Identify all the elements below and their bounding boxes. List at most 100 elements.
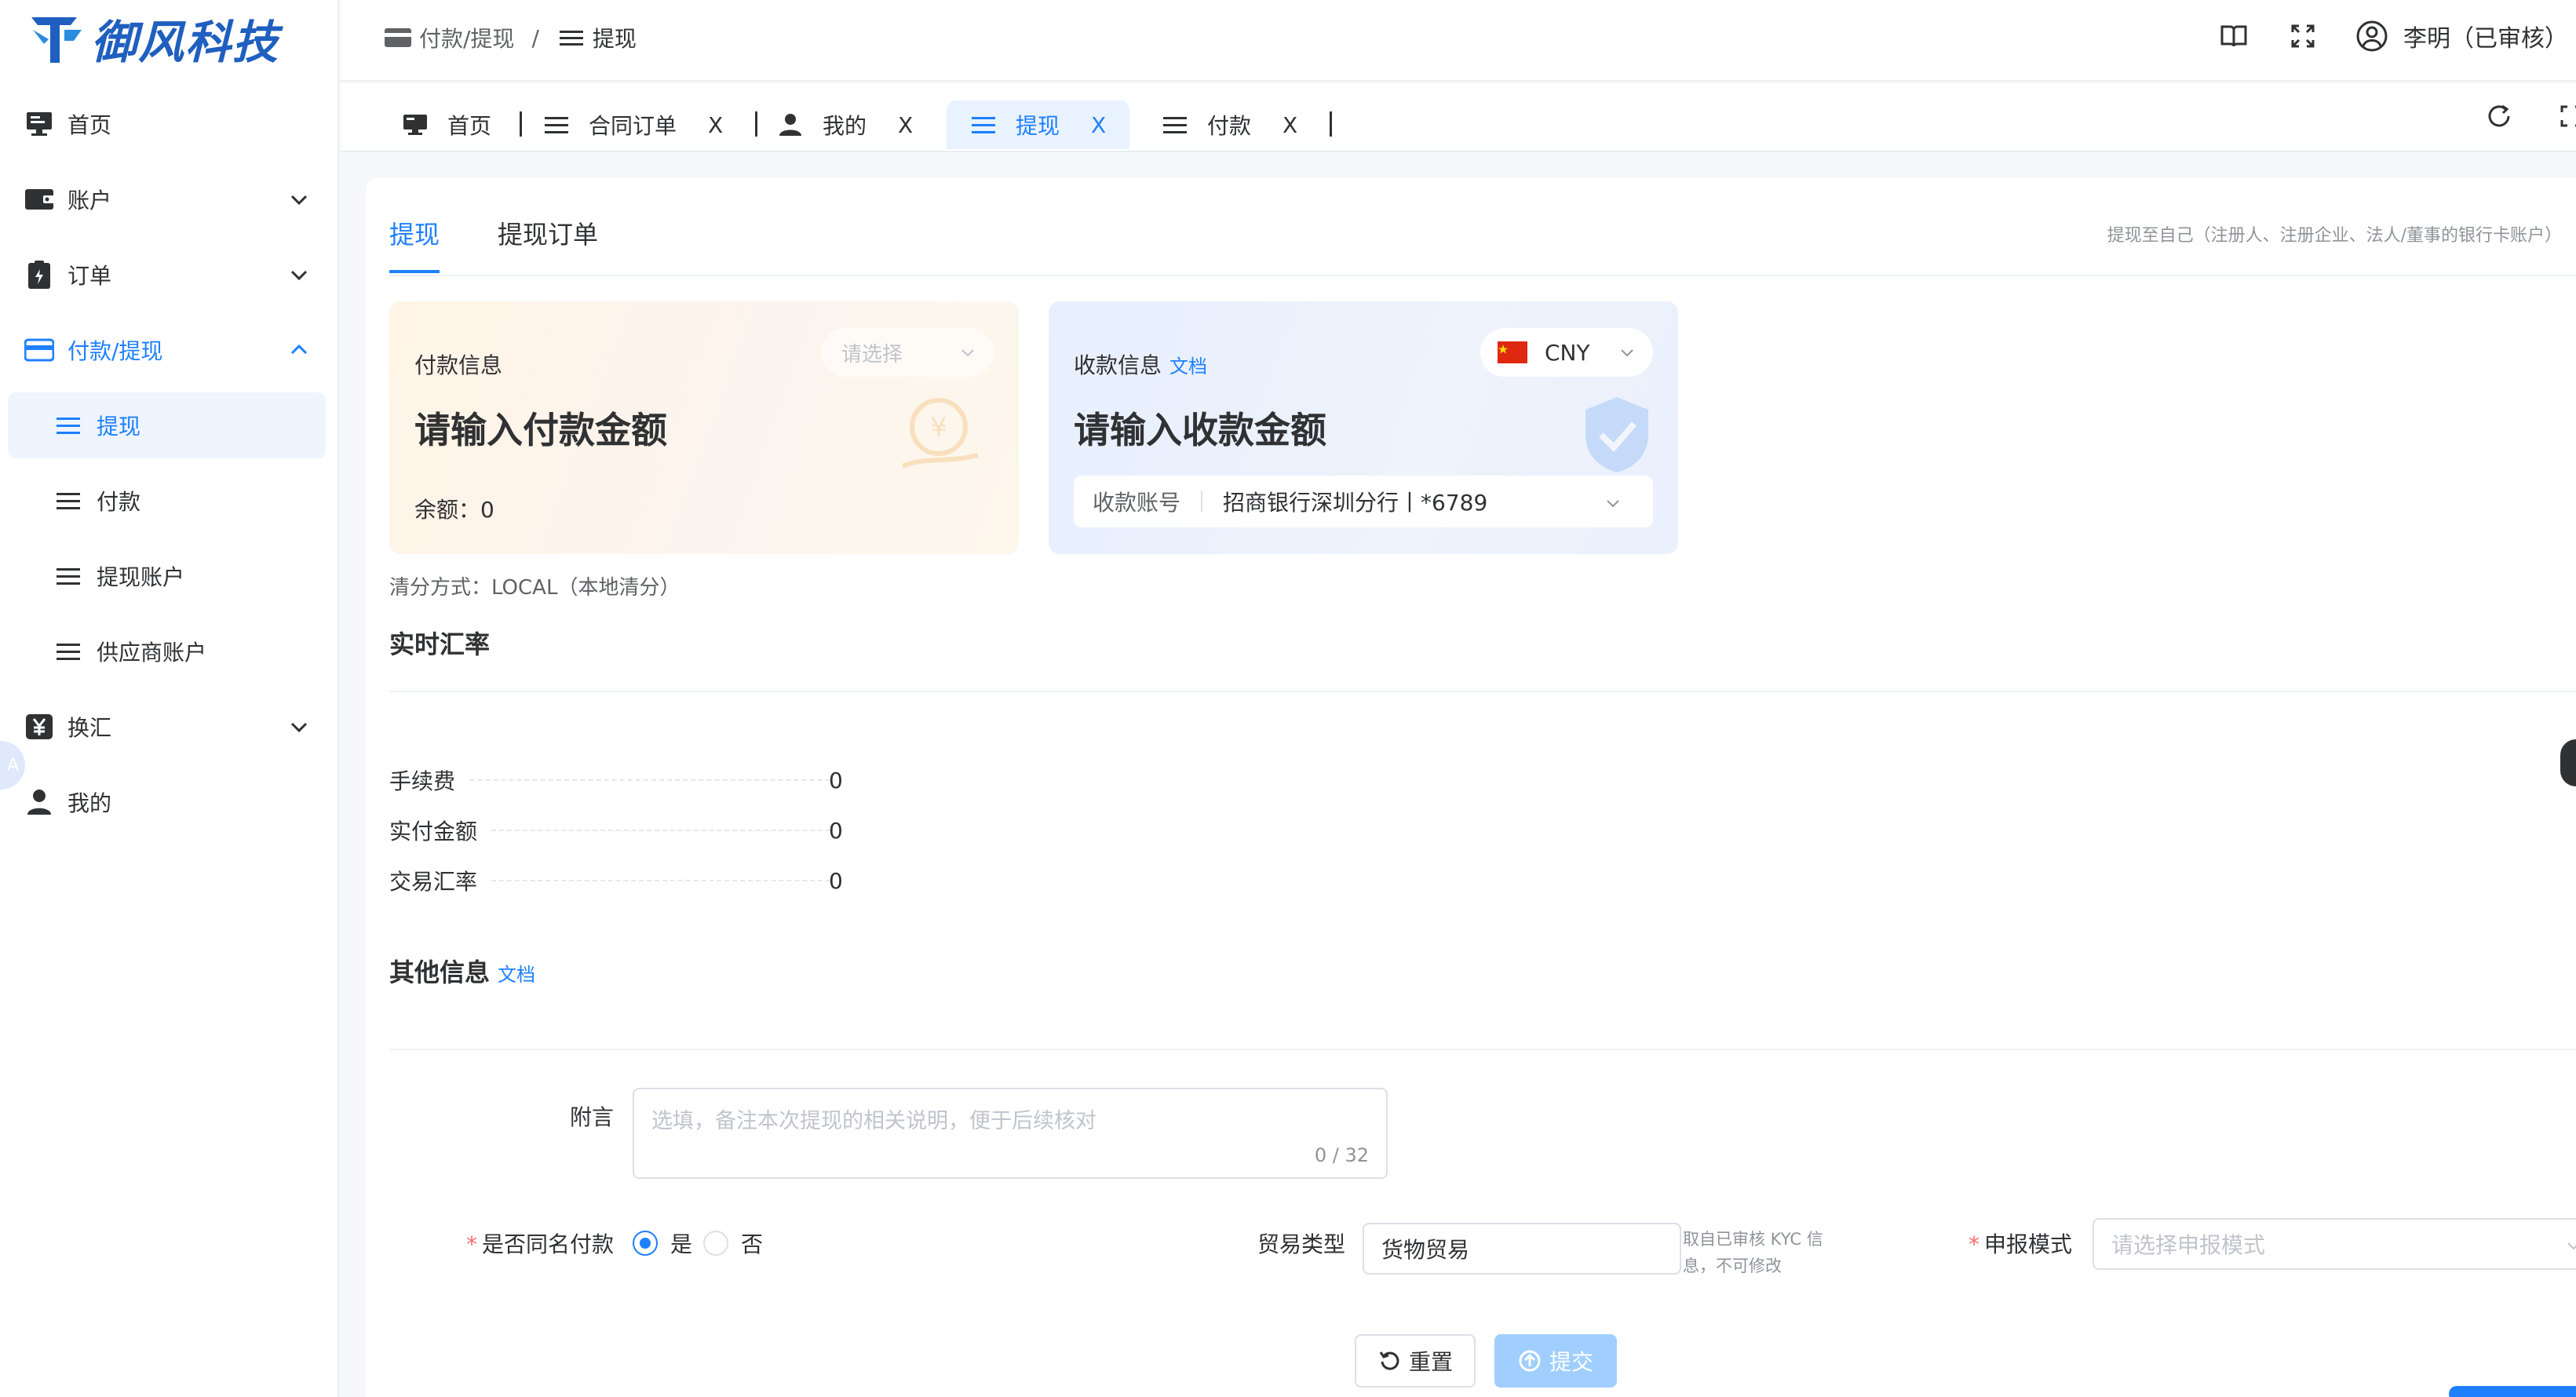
logo-icon (31, 17, 82, 63)
fee-label: 手续费 (389, 768, 456, 794)
sidebar-subitem-payment[interactable]: 付款 (8, 468, 326, 534)
fullscreen-icon[interactable] (2554, 99, 2576, 133)
monitor-icon (403, 115, 427, 135)
menu-icon (57, 644, 80, 660)
trade-type-input[interactable]: 货物贸易 (1363, 1223, 1681, 1275)
note-placeholder: 选填，备注本次提现的相关说明，便于后续核对 (651, 1109, 1096, 1133)
menu-icon (1163, 117, 1187, 133)
divider (389, 691, 2576, 692)
inner-tabs: 提现 提现订单 (389, 215, 656, 273)
floating-badge-text: A (6, 755, 19, 775)
tab-bar: 首页 合同订单 X 我的 X 提现 X 付款 X (341, 83, 2576, 152)
card-icon (385, 28, 411, 47)
submit-button[interactable]: 提交 (1494, 1334, 1617, 1388)
chevron-down-icon (961, 349, 974, 357)
payment-info-title: 付款信息 (414, 352, 503, 378)
exchange-rate-label: 交易汇率 (389, 869, 478, 895)
monitor-icon (24, 108, 55, 140)
book-icon[interactable] (2217, 19, 2251, 53)
sidebar-subitem-supplier-account[interactable]: 供应商账户 (8, 618, 326, 684)
sidebar-subitem-withdraw[interactable]: 提现 (8, 392, 326, 458)
user-circle-icon[interactable] (2355, 19, 2389, 53)
fee-row: 手续费 0 (389, 764, 845, 796)
sidebar-item-home[interactable]: 首页 (0, 89, 339, 159)
receive-account-select[interactable]: 收款账号 招商银行深圳分行丨*6789 (1074, 476, 1653, 527)
doc-link[interactable]: 文档 (1169, 356, 1207, 378)
reset-icon (1379, 1351, 1399, 1370)
fullscreen-icon[interactable] (2286, 19, 2320, 53)
chevron-down-icon (1621, 349, 1633, 357)
exchange-rate-value: 0 (829, 867, 843, 894)
tab-close-icon[interactable]: X (1283, 112, 1297, 138)
tab-divider (1330, 111, 1332, 137)
tab-divider (520, 111, 522, 137)
sidebar-item-payment-withdraw[interactable]: 付款/提现 (0, 316, 339, 385)
tab-mine[interactable]: 我的 X (777, 100, 913, 149)
logo[interactable]: 御风科技 (30, 11, 279, 69)
same-name-label: * 是否同名付款 (466, 1231, 615, 1257)
menu-icon (57, 418, 80, 434)
inner-tab-withdraw-orders[interactable]: 提现订单 (498, 215, 598, 270)
header-actions: 李明（已审核） (2217, 19, 2568, 53)
menu-icon (57, 493, 80, 509)
currency-select[interactable]: CNY (1480, 328, 1653, 377)
sidebar-item-orders[interactable]: 订单 (0, 240, 339, 309)
payment-currency-select[interactable]: 请选择 (821, 328, 994, 377)
sidebar-item-account[interactable]: 账户 (0, 165, 339, 234)
radio-no[interactable]: 否 (703, 1227, 763, 1259)
upload-circle-icon (1519, 1350, 1541, 1372)
floating-help-bar[interactable] (2449, 1386, 2576, 1397)
wallet-icon (24, 184, 55, 215)
tab-withdraw[interactable]: 提现 X (947, 100, 1130, 149)
chevron-down-icon (290, 195, 308, 206)
tab-close-icon[interactable]: X (1091, 112, 1106, 138)
reset-button[interactable]: 重置 (1355, 1334, 1476, 1388)
tab-close-icon[interactable]: X (708, 112, 723, 138)
top-header: 付款/提现 / 提现 李明（已审核） (341, 0, 2576, 82)
refresh-icon[interactable] (2482, 99, 2516, 133)
declare-mode-select[interactable]: 请选择申报模式 (2093, 1218, 2576, 1270)
radio-yes-label: 是 (670, 1231, 693, 1257)
doc-link[interactable]: 文档 (498, 964, 535, 986)
user-name[interactable]: 李明（已审核） (2403, 19, 2568, 53)
sidebar-item-label: 首页 (68, 112, 112, 138)
sidebar-subitem-withdraw-account[interactable]: 提现账户 (8, 543, 326, 609)
sidebar-item-mine[interactable]: 我的 (0, 768, 339, 837)
balance-text: 余额：0 (414, 497, 494, 523)
trade-type-value: 货物贸易 (1381, 1237, 1470, 1263)
user-icon (779, 114, 801, 136)
china-flag-icon (1498, 341, 1527, 363)
receive-info-title: 收款信息 文档 (1074, 348, 1207, 380)
clipboard-icon (24, 259, 55, 290)
declare-mode-label: * 申报模式 (1968, 1231, 2073, 1257)
menu-icon (57, 568, 80, 585)
tab-home[interactable]: 首页 (402, 100, 491, 149)
radio-yes[interactable]: 是 (633, 1227, 692, 1259)
receive-info-card: 收款信息 文档 CNY 请输入收款金额 收款账号 招商银行深圳分行丨*6789 (1049, 301, 1678, 554)
chevron-down-icon (1607, 500, 1619, 508)
reset-label: 重置 (1408, 1349, 1453, 1375)
radio-unchecked-icon (703, 1231, 728, 1256)
note-textarea[interactable]: 选填，备注本次提现的相关说明，便于后续核对 0 / 32 (633, 1088, 1388, 1179)
same-name-label-text: 是否同名付款 (482, 1231, 615, 1257)
payment-amount-input[interactable]: 请输入付款金额 (414, 402, 667, 454)
receive-info-label: 收款信息 (1074, 352, 1162, 378)
user-icon (24, 786, 55, 818)
floating-action-handle[interactable] (2560, 739, 2576, 786)
tab-divider (755, 111, 757, 137)
receive-amount-input[interactable]: 请输入收款金额 (1074, 402, 1326, 454)
exchange-rate-row: 交易汇率 0 (389, 865, 845, 896)
tab-payment[interactable]: 付款 X (1162, 100, 1297, 149)
chevron-up-icon (290, 344, 308, 355)
breadcrumb-parent[interactable]: 付款/提现 (419, 22, 514, 53)
tab-contract-orders[interactable]: 合同订单 X (543, 100, 723, 149)
sidebar-item-exchange[interactable]: 换汇 (0, 692, 339, 761)
tab-close-icon[interactable]: X (898, 112, 913, 138)
payment-info-card: ¥ 付款信息 请选择 请输入付款金额 余额：0 (389, 301, 1019, 554)
divider (389, 275, 2576, 276)
trade-type-label: 贸易类型 (1257, 1231, 1346, 1257)
breadcrumb-separator: / (531, 24, 539, 51)
inner-tab-withdraw[interactable]: 提现 (389, 215, 440, 273)
fee-value: 0 (829, 767, 843, 793)
app-root: 御风科技 首页 账户 订单 付款/提现 提现 付款 提现账户 供应商账户 换汇 … (0, 0, 2576, 1397)
